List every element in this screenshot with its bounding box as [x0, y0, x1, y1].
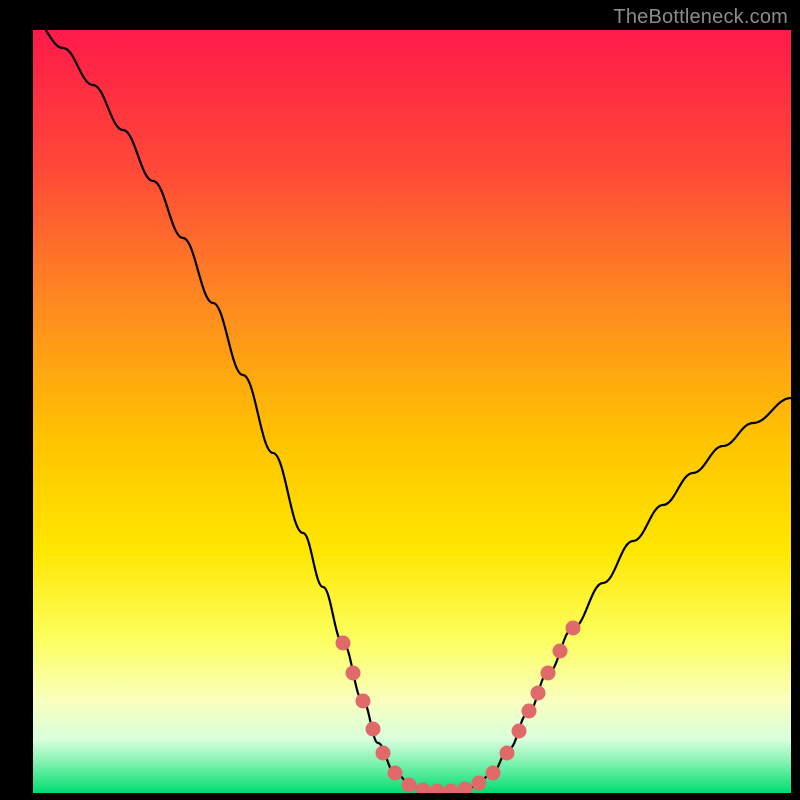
- marker-dot: [336, 636, 351, 651]
- watermark-text: TheBottleneck.com: [613, 6, 788, 29]
- marker-dot: [566, 621, 581, 636]
- marker-dot: [402, 778, 417, 793]
- marker-dot: [388, 766, 403, 781]
- marker-dot: [346, 666, 361, 681]
- chart-svg: [33, 30, 791, 793]
- marker-dot: [541, 666, 556, 681]
- marker-dot: [553, 644, 568, 659]
- marker-dot: [472, 776, 487, 791]
- marker-dot: [522, 704, 537, 719]
- bottleneck-curve-chart: [33, 30, 791, 793]
- marker-dot: [500, 746, 515, 761]
- marker-dot: [376, 746, 391, 761]
- gradient-background: [33, 30, 791, 793]
- marker-dot: [512, 724, 527, 739]
- marker-dot: [356, 694, 371, 709]
- marker-dot: [486, 766, 501, 781]
- marker-dot: [531, 686, 546, 701]
- marker-dot: [366, 722, 381, 737]
